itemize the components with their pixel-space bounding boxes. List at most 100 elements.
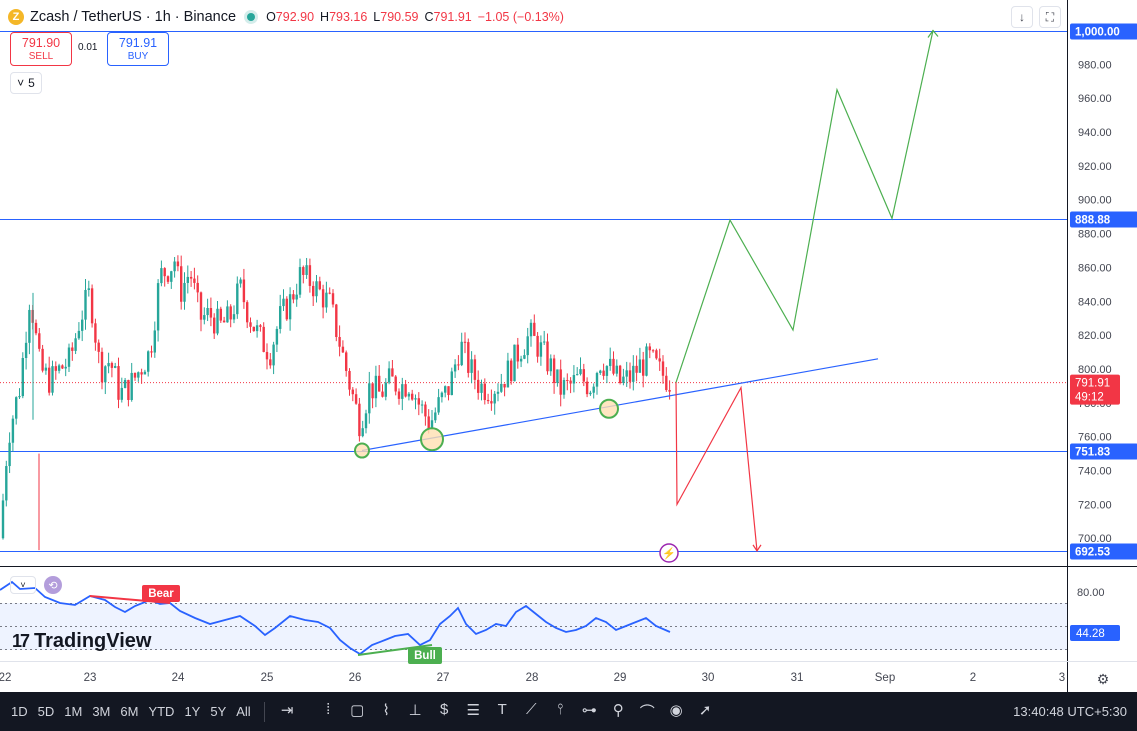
rsi-value-label: 44.28 [1076,628,1105,640]
candle-body [312,285,315,297]
range-1d[interactable]: 1D [6,704,33,719]
candle-body [648,346,651,351]
y-tick-label: 880.00 [1078,229,1112,241]
symbol-title[interactable]: Zcash / TetherUS · 1h · Binance [30,9,236,25]
candle-body [384,382,387,397]
candle-body [381,391,384,397]
fib-lines-icon[interactable]: ☰ [459,701,488,722]
y-tick-label: 900.00 [1078,195,1112,207]
trendline-icon[interactable]: ⟋ [517,701,546,722]
candle-body [156,283,160,331]
candle-body [539,342,543,357]
measure-icon[interactable]: ◉ [662,701,691,722]
x-tick-label: Sep [875,672,895,684]
candle-body [24,342,28,358]
candle-body [298,267,302,295]
candle-body [358,403,361,437]
arrow-icon[interactable]: ➚ [691,701,720,722]
long-position-icon[interactable]: ⊥ [401,701,430,722]
cursor-crosshair-icon[interactable]: ⁞ [314,701,343,722]
x-tick-label: 26 [349,672,362,684]
candle-body [394,376,397,392]
candle-body [549,358,552,372]
short-position-icon[interactable]: $ [430,701,459,722]
candle-body [259,325,262,327]
level-price-label: 692.53 [1075,547,1110,559]
candle-body [391,368,394,377]
candle-body [160,268,163,284]
y-tick-label: 960.00 [1078,93,1112,105]
candle-body [219,308,222,321]
range-selector: 1D 5D 1M 3M 6M YTD 1Y 5Y All [6,704,256,719]
goto-date-icon[interactable]: ⇥ [273,701,302,722]
x-tick-label: 2 [970,672,976,684]
candle-body [345,352,348,371]
projection-icon[interactable]: ⊶ [575,701,604,722]
pitchfork-icon[interactable]: ⫯ [546,701,575,722]
drawing-tools: ⇥ ⁞ ▢ ⌇ ⊥ $ ☰ T ⟋ ⫯ ⊶ ⚲ ⌒ ◉ ➚ [273,701,720,722]
range-3m[interactable]: 3M [87,704,115,719]
candle-body [519,358,523,362]
ohlc-high: H793.16 [320,10,368,24]
range-6m[interactable]: 6M [115,704,143,719]
brush-icon[interactable]: ⌒ [633,701,662,722]
indicators-toggle[interactable]: ˅ 5 [10,72,42,94]
buy-button[interactable]: 791.91 BUY [107,32,169,66]
settings-gear-icon[interactable]: ⚙ [1094,670,1112,688]
indicator-count: 5 [28,76,35,90]
candle-body [183,282,186,302]
bear-label: Bear [148,588,174,600]
candle-body [15,397,18,419]
fullscreen-icon[interactable]: ⛶ [1039,6,1061,28]
candle-body [569,380,572,384]
candle-body [437,397,440,413]
rectangle-icon[interactable]: ▢ [343,701,372,722]
tradingview-logo[interactable]: 17 TradingView [12,630,151,653]
sell-button[interactable]: 791.90 SELL [10,32,72,66]
y-tick-label: 740.00 [1078,466,1112,478]
path-icon[interactable]: ⚲ [604,701,633,722]
candle-body [120,387,123,400]
candle-body [87,288,90,290]
candle-body [513,344,516,382]
zcash-coin-icon: Z [8,9,24,25]
candle-body [387,368,391,383]
candle-body [252,326,255,332]
price-pane [0,0,1067,566]
text-tool-icon[interactable]: T [488,701,517,722]
download-arrow-icon[interactable]: ↓ [1011,6,1033,28]
candle-body [206,307,209,316]
candle-body [275,328,279,345]
candle-body [18,396,21,398]
range-5y[interactable]: 5Y [205,704,231,719]
polyline-icon[interactable]: ⌇ [372,701,401,722]
candle-body [133,372,137,378]
candle-body [84,289,87,320]
candle-body [104,366,107,383]
candle-body [143,371,147,375]
range-1m[interactable]: 1M [59,704,87,719]
tv-logo-text: TradingView [34,630,152,652]
candle-body [196,282,199,293]
candle-body [90,288,94,324]
candle-body [414,398,417,400]
range-1y[interactable]: 1Y [179,704,205,719]
collapse-chevron-icon[interactable]: ˅ [10,576,36,594]
range-ytd[interactable]: YTD [143,704,179,719]
clock-timezone[interactable]: 13:40:48 UTC+5:30 [1013,704,1127,719]
refresh-loop-icon[interactable]: ⟲ [44,576,62,594]
candle-body [242,279,246,303]
candle-body [170,271,173,282]
y-tick-label: 760.00 [1078,432,1112,444]
candle-body [595,373,599,387]
range-5d[interactable]: 5D [33,704,60,719]
candle-body [628,370,632,382]
chart-canvas[interactable]: 1,000.00 980.00 960.00 940.00 920.00 900.00 88… [0,0,1137,692]
tool-spacer [302,701,314,722]
candle-body [193,278,196,283]
range-all[interactable]: All [231,704,255,719]
candle-body [536,335,539,357]
y-tick-label: 720.00 [1078,499,1112,511]
candle-body [255,325,259,332]
x-tick-label: 22 [0,672,11,684]
